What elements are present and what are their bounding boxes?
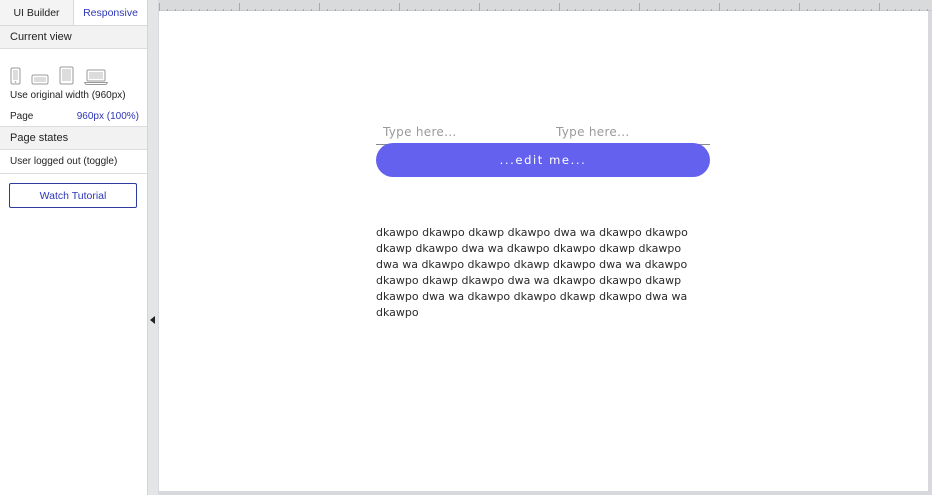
panel-tabs: UI Builder Responsive (0, 0, 147, 26)
phone-landscape-icon[interactable] (31, 74, 49, 85)
tab-ui-builder[interactable]: UI Builder (0, 0, 74, 25)
tablet-icon[interactable] (59, 66, 74, 85)
page-canvas: ...edit me... dkawpo dkawpo dkawp dkawpo… (159, 11, 928, 491)
watch-tutorial-button[interactable]: Watch Tutorial (9, 183, 137, 208)
current-view-heading: Current view (0, 26, 147, 49)
original-width-option[interactable]: Use original width (960px) (0, 85, 147, 106)
tab-responsive[interactable]: Responsive (74, 0, 147, 25)
left-panel: UI Builder Responsive Current view Use o… (0, 0, 148, 495)
page-label: Page (10, 110, 34, 122)
collapse-panel-handle[interactable] (148, 0, 158, 495)
phone-icon[interactable] (10, 67, 21, 85)
body-text: dkawpo dkawpo dkawp dkawpo dwa wa dkawpo… (376, 226, 688, 319)
text-input-2[interactable] (549, 120, 710, 145)
laptop-icon[interactable] (84, 69, 108, 85)
page-width-row: Page 960px (100%) (0, 106, 147, 127)
tutorial-button-wrap: Watch Tutorial (0, 174, 147, 208)
device-selector (0, 49, 147, 85)
edit-me-button[interactable]: ...edit me... (376, 143, 710, 177)
page-states-heading: Page states (0, 127, 147, 150)
text-input-1[interactable] (376, 120, 537, 145)
horizontal-ruler (159, 0, 932, 13)
page-state-item[interactable]: User logged out (toggle) (0, 150, 147, 174)
page-width-value[interactable]: 960px (100%) (77, 111, 139, 122)
collapse-arrow-icon (150, 316, 155, 324)
